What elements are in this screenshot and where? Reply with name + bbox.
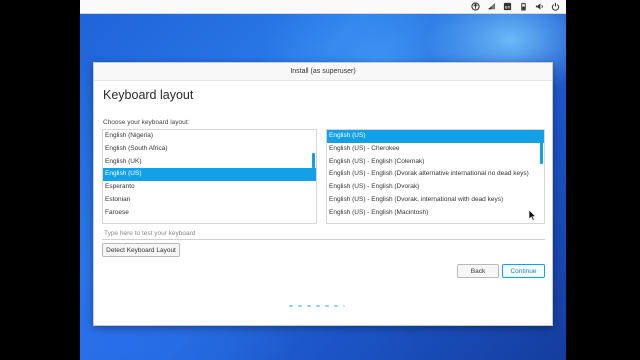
- battery-icon[interactable]: [519, 2, 528, 11]
- layout-list-item[interactable]: English (South Africa): [103, 143, 316, 156]
- keyboard-test-input[interactable]: [102, 228, 545, 240]
- variant-list-scrollbar[interactable]: [540, 132, 543, 164]
- variant-list-item[interactable]: English (US) - Cherokee: [327, 143, 544, 156]
- variant-list-item-selected[interactable]: English (US): [327, 130, 544, 143]
- keyboard-icon[interactable]: en: [503, 2, 512, 11]
- progress-dot: [289, 305, 293, 307]
- layout-list-item[interactable]: Esperanto: [103, 181, 316, 194]
- layout-list-item[interactable]: English (UK): [103, 156, 316, 169]
- variant-list-item[interactable]: English (US) - English (Colemak): [327, 156, 544, 169]
- variant-list-item[interactable]: English (US) - English (Macintosh): [327, 207, 544, 220]
- arrow-up-circle-icon[interactable]: [471, 2, 480, 11]
- progress-dot: [316, 305, 320, 307]
- back-button[interactable]: Back: [457, 264, 499, 278]
- layout-prompt: Choose your keyboard layout:: [103, 119, 190, 126]
- progress-dot: [307, 305, 311, 307]
- variant-list[interactable]: English (US) English (US) - Cherokee Eng…: [326, 129, 545, 224]
- page-title: Keyboard layout: [103, 88, 194, 102]
- layout-list[interactable]: English (Nigeria) English (South Africa)…: [102, 129, 317, 224]
- progress-dot: [334, 305, 338, 307]
- continue-button[interactable]: Continue: [502, 264, 545, 278]
- layout-list-item[interactable]: Estonian: [103, 194, 316, 207]
- progress-dot: [343, 305, 345, 307]
- layout-list-item[interactable]: Faroese: [103, 207, 316, 220]
- window-title: Install (as superuser): [94, 63, 552, 81]
- variant-list-item[interactable]: English (US) - English (Dvorak alternati…: [327, 168, 544, 181]
- layout-list-item[interactable]: English (Nigeria): [103, 130, 316, 143]
- variant-list-item[interactable]: English (US) - English (Dvorak, internat…: [327, 194, 544, 207]
- installer-window: Install (as superuser) Keyboard layout C…: [93, 62, 553, 326]
- layout-list-scrollbar[interactable]: [312, 153, 315, 168]
- mouse-cursor-icon: [529, 210, 537, 221]
- step-progress: [289, 305, 345, 307]
- detect-layout-button[interactable]: Detect Keyboard Layout: [102, 243, 180, 257]
- variant-list-item[interactable]: English (US) - English (Dvorak): [327, 181, 544, 194]
- svg-text:en: en: [505, 5, 511, 10]
- top-panel: en: [80, 0, 566, 14]
- desktop-background: en Install (as superuser) Keyboard layou…: [80, 0, 566, 360]
- progress-dot: [325, 305, 329, 307]
- progress-dot: [298, 305, 302, 307]
- power-icon[interactable]: [551, 2, 560, 11]
- layout-list-item-selected[interactable]: English (US): [103, 168, 316, 182]
- network-icon[interactable]: [487, 2, 496, 11]
- volume-icon[interactable]: [535, 2, 544, 11]
